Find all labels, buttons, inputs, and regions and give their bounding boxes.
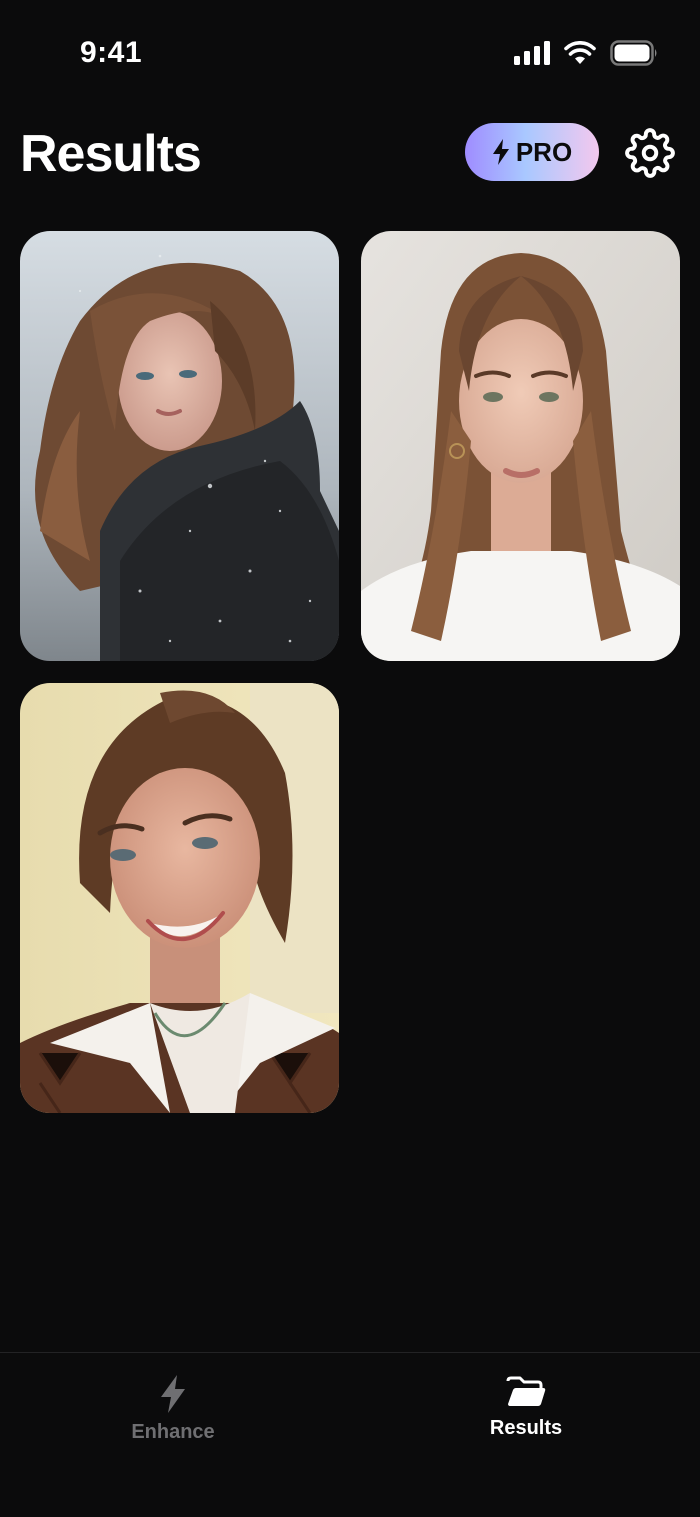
tab-label: Results [489, 1417, 563, 1439]
pro-label: PRO [515, 136, 573, 167]
page-title: Results [20, 125, 202, 183]
status-time: 9:41 [80, 36, 143, 69]
pro-button[interactable]: PRO [465, 123, 599, 181]
result-card[interactable] [20, 231, 339, 661]
result-card[interactable] [361, 231, 680, 661]
result-card[interactable] [20, 683, 339, 1113]
status-icons [514, 40, 658, 66]
result-photo [20, 683, 339, 1113]
lightning-icon [492, 139, 509, 165]
wifi-icon [564, 41, 596, 64]
header: Results PRO [0, 110, 700, 200]
status-bar: 9:41 [0, 0, 700, 100]
tab-results[interactable]: Results [416, 1375, 636, 1455]
result-photo [20, 231, 339, 661]
tab-bar: Enhance Results [0, 1352, 700, 1517]
tab-label: Enhance [131, 1421, 215, 1443]
battery-icon [610, 40, 657, 66]
lightning-icon [161, 1375, 185, 1413]
cellular-signal-icon [514, 41, 550, 65]
tab-enhance[interactable]: Enhance [63, 1375, 283, 1455]
gear-icon [625, 128, 675, 178]
folder-icon [506, 1376, 546, 1406]
settings-button[interactable] [624, 127, 676, 179]
result-photo [361, 231, 680, 661]
